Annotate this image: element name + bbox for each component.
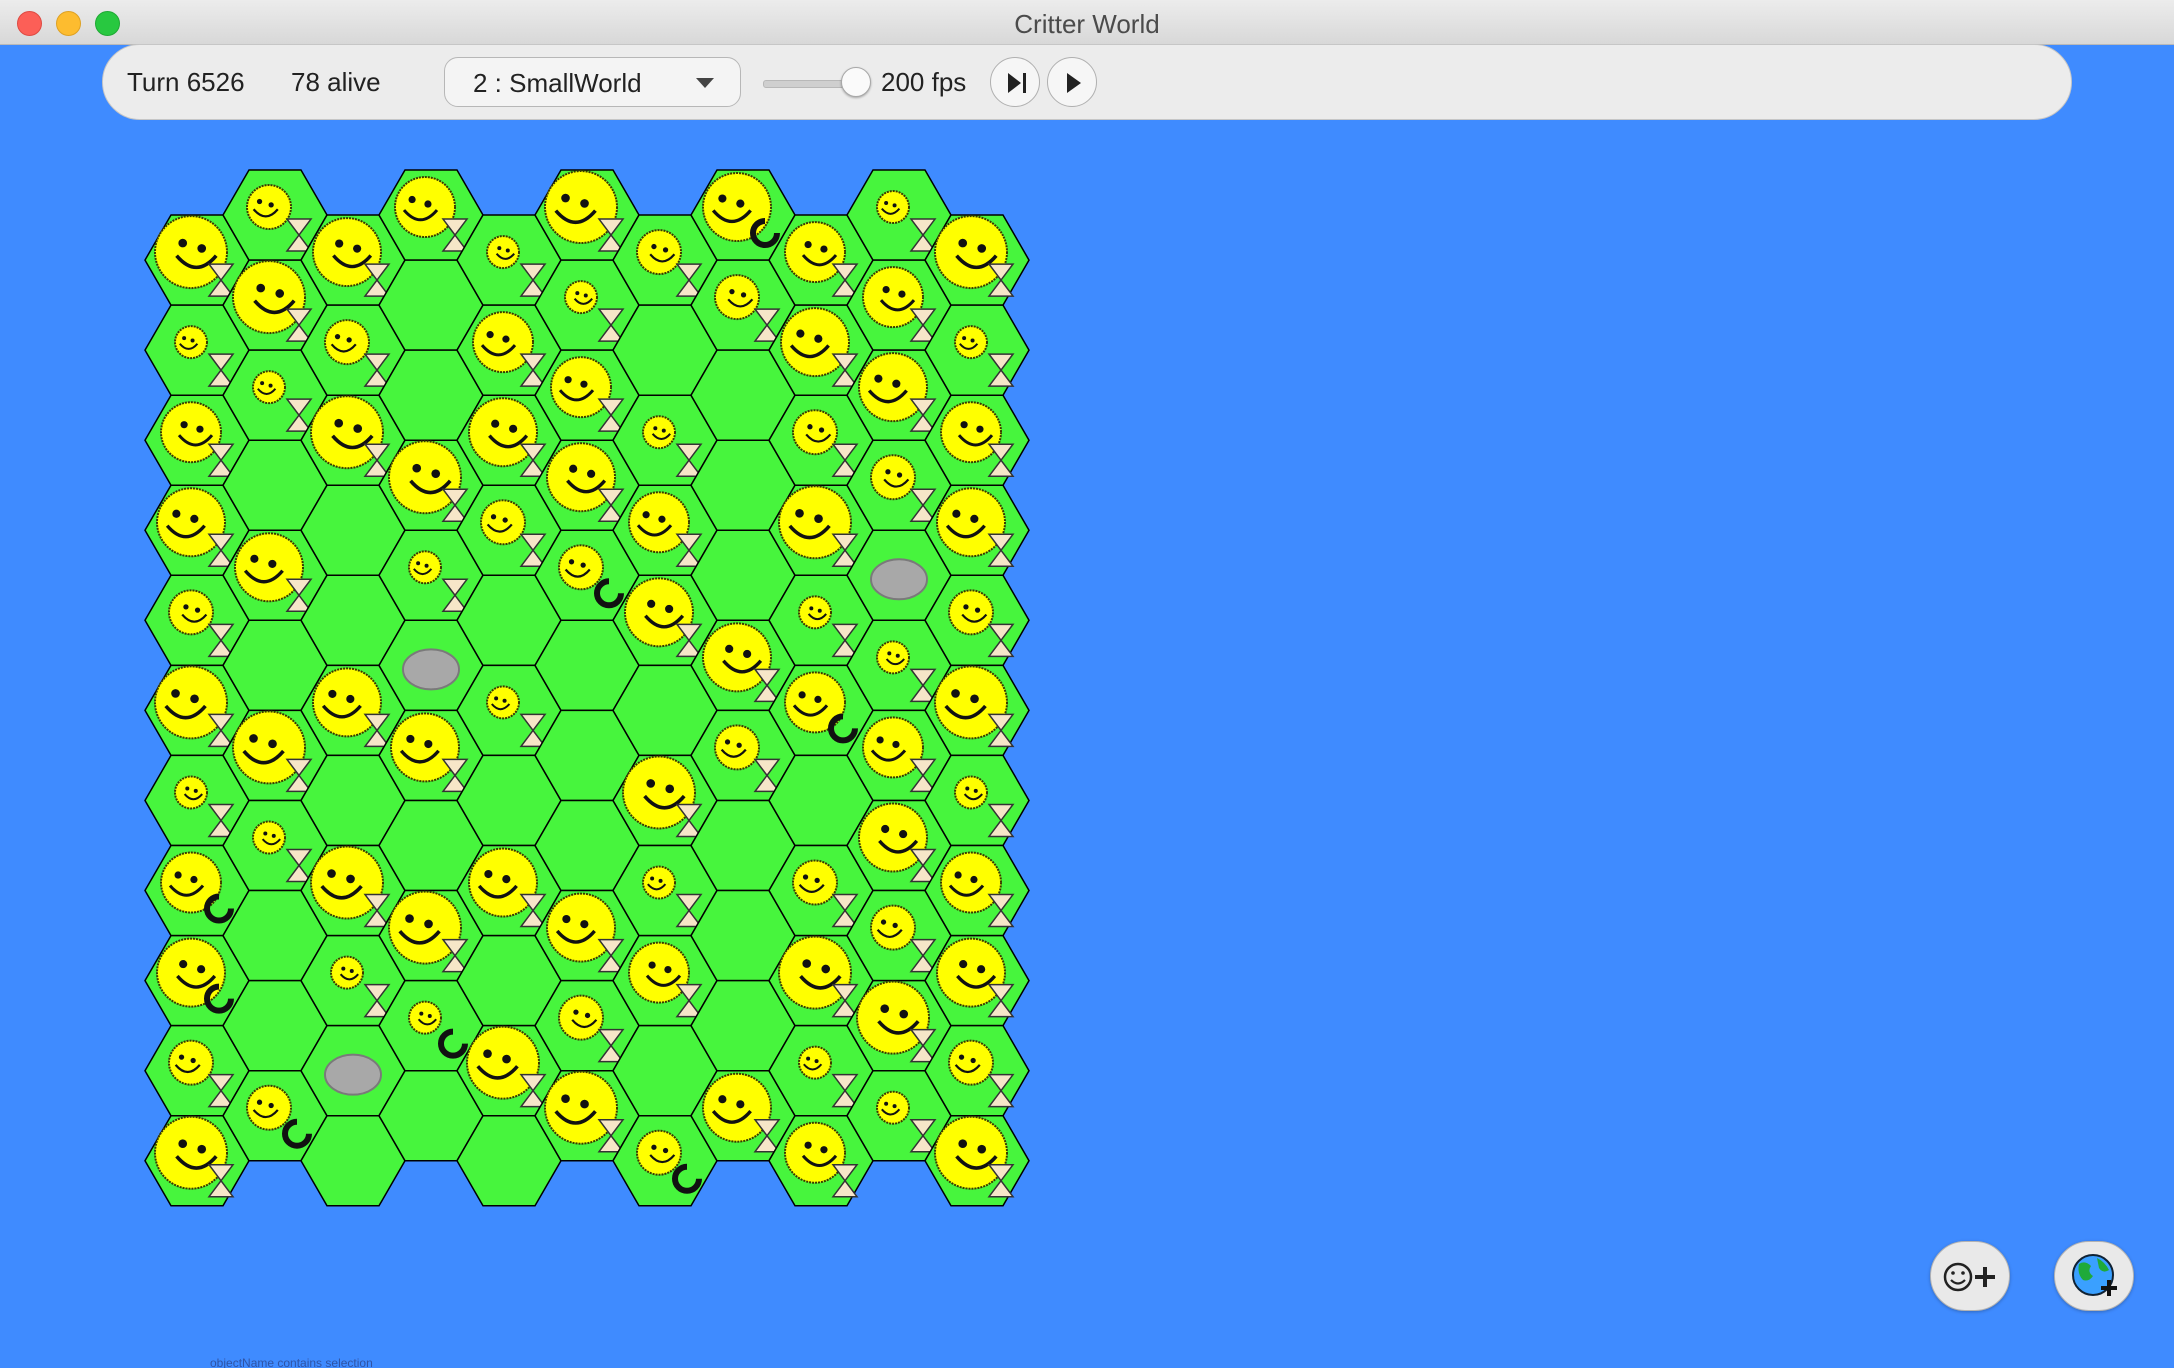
add-world-button[interactable]: [2054, 1241, 2134, 1311]
rock-icon: [402, 648, 460, 691]
add-critter-button[interactable]: [1930, 1241, 2010, 1311]
offscreen-text-strip: objectName contains selection: [210, 1356, 373, 1368]
world-hex-grid[interactable]: [0, 0, 2174, 1368]
critter-world-window: Critter World Turn 6526 78 alive 2 : Sma…: [0, 0, 2174, 1368]
rock-icon: [870, 558, 928, 601]
add-critter-icon: [1943, 1262, 1995, 1292]
add-world-icon: [2072, 1254, 2117, 1296]
rock-icon: [324, 1053, 382, 1096]
